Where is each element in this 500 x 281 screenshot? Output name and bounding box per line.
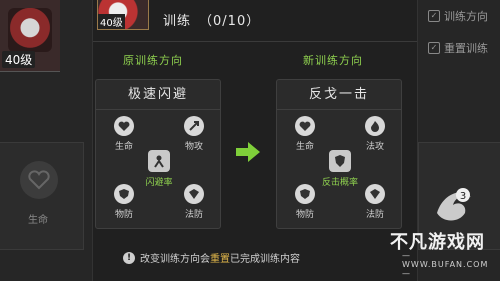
magic-shield-icon [365,184,385,204]
stat-physical-attack: 物攻 [174,116,214,152]
stat-physical-defense-label: 物防 [114,210,133,220]
new-card-title: 反戈一击 [277,80,401,110]
panel-title-text: 训练 [163,14,192,29]
heart-icon [114,116,134,136]
check-icon: ✓ [428,42,440,54]
stat-physical-defense: 物防 [285,184,325,220]
svg-text:3: 3 [460,191,466,202]
hero-level: 40级 [2,51,36,68]
sword-icon [184,116,204,136]
heart-icon [295,116,315,136]
counter-shield-icon [329,150,351,172]
stat-physical-defense: 物防 [104,184,144,220]
magic-shield-icon [184,184,204,204]
background-life-tile: 生命 [0,142,84,250]
avatar-level: 40级 [98,14,125,29]
dodge-icon [148,150,170,172]
new-direction-label: 新训练方向 [303,54,363,67]
watermark-url: — WWW.BUFAN.COM — [402,251,489,278]
old-card-title: 极速闪避 [96,80,220,110]
reset-warning: ! 改变训练方向会重置已完成训练内容 [123,250,300,265]
training-panel: 40级 训练 （0/10） 原训练方向 新训练方向 极速闪避 生命 物攻 闪避率 … [92,0,418,281]
stat-life: 生命 [285,116,325,152]
stat-magic-attack-label: 法攻 [365,142,384,152]
stat-dodge-rate: 闪避率 [139,150,179,188]
watermark-logo-icon: 3 [437,188,471,221]
stat-magic-defense-label: 法防 [365,210,384,220]
reset-warning-text: 改变训练方向会重置已完成训练内容 [140,250,300,265]
stat-life: 生命 [104,116,144,152]
check-icon: ✓ [428,10,440,22]
background-hero-card[interactable]: 40级 [0,0,60,72]
flame-icon [365,116,385,136]
old-direction-card: 极速闪避 生命 物攻 闪避率 物防 法防 [95,79,221,229]
heart-icon [20,161,58,199]
warning-icon: ! [123,251,135,264]
training-direction-label: 训练方向 [444,10,488,23]
reset-training-label: 重置训练 [444,42,488,55]
arrow-right-icon [236,142,260,162]
stat-counter-rate: 反击概率 [320,150,360,188]
life-tile-label: 生命 [28,215,48,226]
warning-text-after: 已完成训练内容 [230,254,300,265]
panel-title: 训练 （0/10） [163,10,260,29]
training-count: （0/10） [199,14,261,29]
warning-text-highlight: 重置 [210,254,230,265]
stat-physical-defense-label: 物防 [295,210,314,220]
stat-physical-attack-label: 物攻 [184,142,203,152]
stat-magic-defense-label: 法防 [184,210,203,220]
stat-dodge-rate-label: 闪避率 [145,178,173,188]
stat-magic-defense: 法防 [174,184,214,220]
reset-training-button[interactable]: ✓ 重置训练 [418,38,500,58]
shield-icon [295,184,315,204]
stat-life-label: 生命 [295,142,314,152]
background-left-column: 40级 生命 [0,0,92,281]
panel-header: 40级 训练 （0/10） [93,0,417,42]
hero-portrait [8,8,52,52]
stat-life-label: 生命 [114,142,133,152]
stat-counter-rate-label: 反击概率 [321,178,358,188]
new-direction-card: 反戈一击 生命 法攻 反击概率 物防 法防 [276,79,402,229]
stat-magic-defense: 法防 [355,184,395,220]
warning-text-before: 改变训练方向会 [140,254,210,265]
hero-avatar: 40级 [97,0,149,30]
shield-icon [114,184,134,204]
training-direction-button[interactable]: ✓ 训练方向 [418,6,500,26]
old-direction-label: 原训练方向 [123,54,183,67]
stat-magic-attack: 法攻 [355,116,395,152]
